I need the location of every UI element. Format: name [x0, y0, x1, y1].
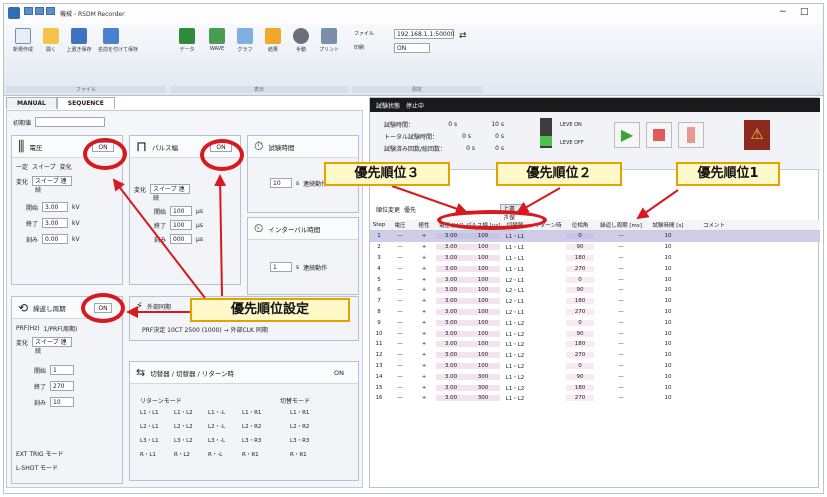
priority-2-label: 優先順位２ — [496, 162, 622, 186]
priority-setting-label: 優先順位設定 — [190, 298, 350, 322]
annotation-arrows — [112, 174, 679, 318]
arrow-to-p1 — [636, 189, 679, 220]
priority-3-label: 優先順位３ — [324, 162, 450, 186]
arrow-to-p3 — [391, 185, 468, 215]
arrow-to-pulse — [214, 174, 227, 297]
arrow-to-voltage — [112, 178, 206, 299]
arrow-to-p2 — [516, 187, 561, 213]
priority-1-label: 優先順位1 — [676, 162, 780, 186]
